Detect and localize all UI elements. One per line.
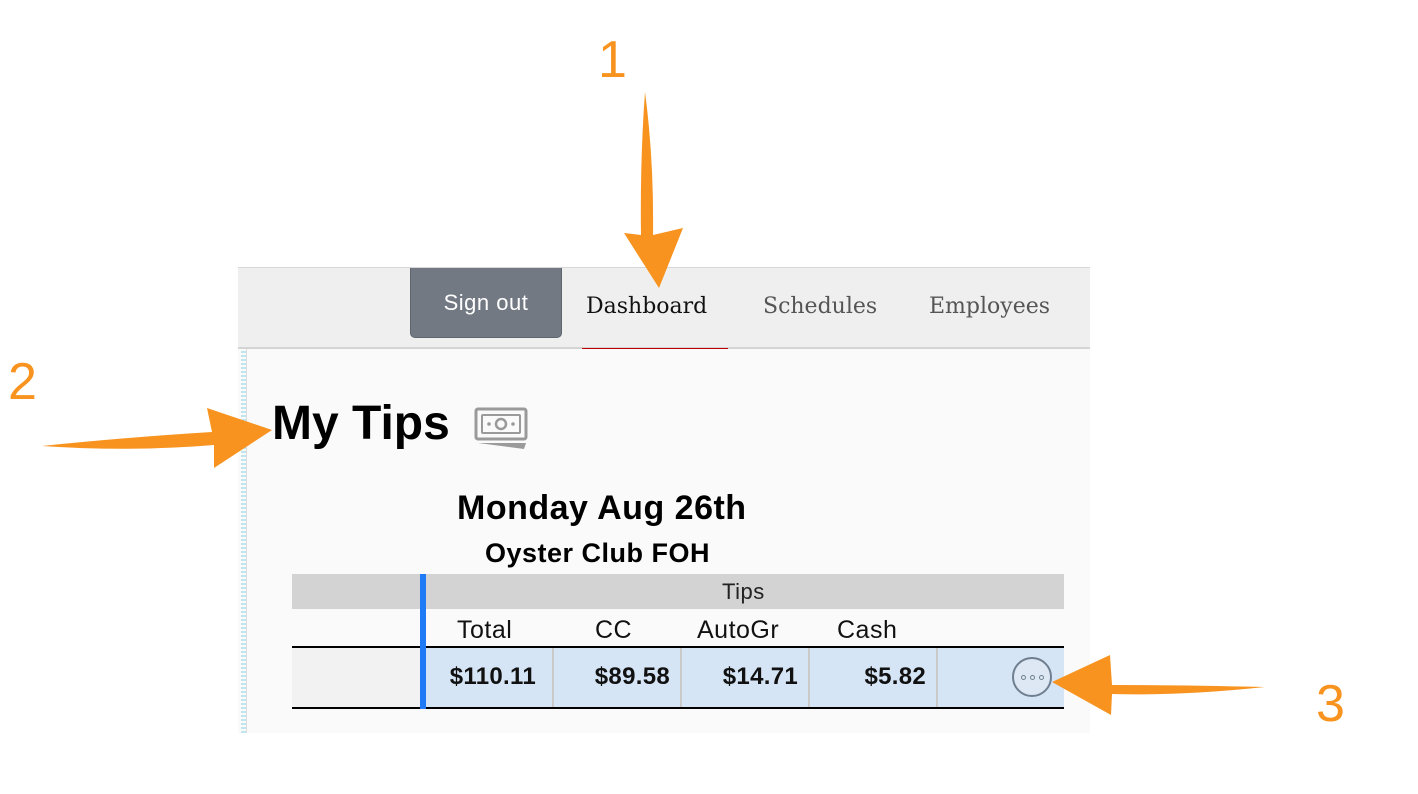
annotation-arrows	[42, 92, 1265, 715]
annotation-arrow-1	[624, 92, 683, 288]
annotation-arrow-3	[1052, 655, 1265, 715]
annotation-arrow-2	[42, 408, 272, 468]
